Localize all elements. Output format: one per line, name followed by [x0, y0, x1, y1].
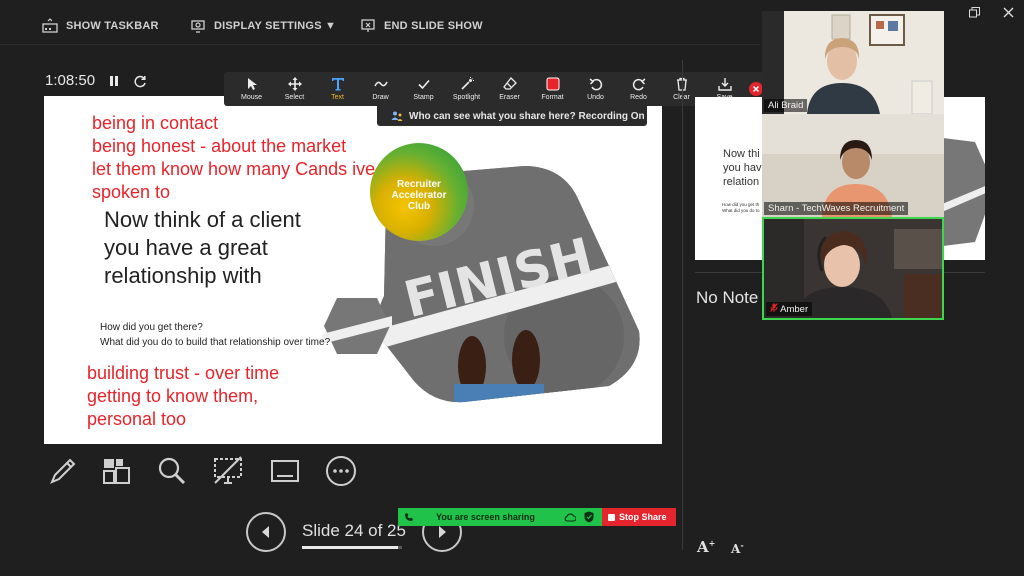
more-dots-icon [326, 456, 356, 486]
close-window-icon[interactable] [1000, 4, 1016, 20]
black-screen-button[interactable] [209, 452, 247, 490]
tool-undo[interactable]: Undo [574, 72, 617, 106]
squiggle-icon [373, 81, 388, 86]
checkmark-icon [417, 79, 430, 89]
subtitles-button[interactable] [266, 452, 304, 490]
close-circle-icon [749, 82, 763, 96]
redo-icon [632, 77, 645, 90]
spotlight-wand-icon [460, 76, 474, 90]
more-options-button[interactable] [322, 452, 360, 490]
color-swatch-icon [546, 77, 559, 90]
show-taskbar-label: SHOW TASKBAR [66, 20, 159, 32]
screen-sharing-bar: You are screen sharing Stop Share [398, 508, 676, 526]
see-all-slides-button[interactable] [97, 452, 135, 490]
chevron-right-icon [439, 526, 446, 538]
annotation-top: being in contact being honest - about th… [92, 113, 376, 202]
display-settings-button[interactable]: DISPLAY SETTINGS ▼ [190, 16, 336, 36]
tool-format[interactable]: Format [531, 72, 574, 106]
panel-divider [682, 60, 683, 550]
pen-tool-button[interactable] [44, 452, 82, 490]
muted-mic-icon [770, 303, 778, 312]
previous-slide-button[interactable] [246, 512, 286, 552]
stop-share-button[interactable]: Stop Share [602, 508, 676, 526]
video-tile-sharn[interactable]: Sharn - TechWaves Recruitment [762, 114, 944, 217]
recording-banner[interactable]: Who can see what you share here? Recordi… [377, 106, 647, 126]
recruiter-accelerator-club-logo: Recruiter Accelerator Club [370, 143, 468, 241]
save-download-icon [717, 77, 732, 91]
current-slide[interactable]: FINISH Recruiter Accelerator Club being … [44, 96, 662, 444]
end-slide-show-label: END SLIDE SHOW [384, 20, 483, 32]
move-arrows-icon [287, 76, 302, 91]
display-settings-label: DISPLAY SETTINGS ▼ [214, 20, 337, 32]
reset-timer-icon[interactable] [132, 72, 148, 90]
eraser-icon [502, 76, 517, 90]
chevron-left-icon [262, 526, 269, 538]
slide-counter: Slide 24 of 25 [302, 521, 406, 540]
sharing-status-text: You are screen sharing [436, 512, 535, 522]
cloud-icon [564, 513, 576, 522]
end-slide-show-button[interactable]: END SLIDE SHOW [360, 16, 483, 36]
restore-window-icon[interactable] [966, 4, 982, 20]
next-slide-text: Now thi you hav relation [723, 148, 762, 188]
decrease-font-button[interactable]: A- [731, 540, 744, 556]
pen-icon [50, 458, 76, 484]
display-settings-icon [191, 20, 205, 33]
tool-stamp[interactable]: Stamp [402, 72, 445, 106]
tool-eraser[interactable]: Eraser [488, 72, 531, 106]
speaker-notes[interactable]: No Note [696, 288, 758, 308]
sharing-status[interactable]: You are screen sharing [398, 508, 602, 526]
tool-draw[interactable]: Draw [359, 72, 402, 106]
slide-main-text: Now think of a client you have a great r… [104, 207, 301, 288]
recording-banner-text: Who can see what you share here? Recordi… [409, 110, 645, 122]
top-divider [0, 44, 760, 45]
taskbar-icon [42, 18, 58, 33]
show-taskbar-button[interactable]: SHOW TASKBAR [42, 16, 159, 36]
subtitles-icon [271, 460, 299, 482]
slide-progress-fill [302, 546, 398, 549]
zoom-slide-button[interactable] [153, 452, 191, 490]
text-t-icon [331, 77, 344, 90]
video-tile-ali-braid[interactable]: Ali Braid [762, 11, 944, 114]
monitor-off-icon [214, 456, 242, 484]
tool-mouse[interactable]: Mouse [230, 72, 273, 106]
slide-questions: How did you get there? What did you do t… [100, 322, 331, 348]
shield-icon [584, 511, 594, 523]
tool-redo[interactable]: Redo [617, 72, 660, 106]
video-tile-amber[interactable]: Amber [762, 217, 944, 320]
participant-name-muted: Amber [766, 302, 813, 316]
phone-icon [405, 513, 413, 521]
participant-name: Ali Braid [764, 99, 808, 112]
next-slide-questions: How did you get th What did you do to [722, 202, 760, 213]
pause-timer-icon[interactable] [106, 72, 122, 90]
small-hexagon-image [322, 298, 392, 354]
stop-share-label: Stop Share [619, 512, 667, 522]
mouse-pointer-icon [247, 77, 257, 90]
slide-progress-bar [302, 546, 402, 549]
annotation-bottom: building trust - over time getting to kn… [87, 363, 280, 429]
annotation-toolbar: Mouse Select Text Draw Stamp Spotlight E… [224, 72, 772, 106]
end-show-icon [361, 19, 375, 32]
participant-name: Sharn - TechWaves Recruitment [764, 202, 909, 215]
stop-square-icon [608, 513, 615, 521]
tool-spotlight[interactable]: Spotlight [445, 72, 488, 106]
slides-grid-icon [103, 459, 130, 484]
tool-select[interactable]: Select [273, 72, 316, 106]
tool-text[interactable]: Text [316, 72, 359, 106]
magnifier-icon [158, 457, 186, 485]
elapsed-timer: 1:08:50 [45, 72, 96, 89]
people-icon [391, 111, 403, 121]
logo-text: Recruiter Accelerator Club [391, 179, 447, 212]
increase-font-button[interactable]: A+ [697, 538, 715, 556]
undo-icon [589, 77, 602, 90]
